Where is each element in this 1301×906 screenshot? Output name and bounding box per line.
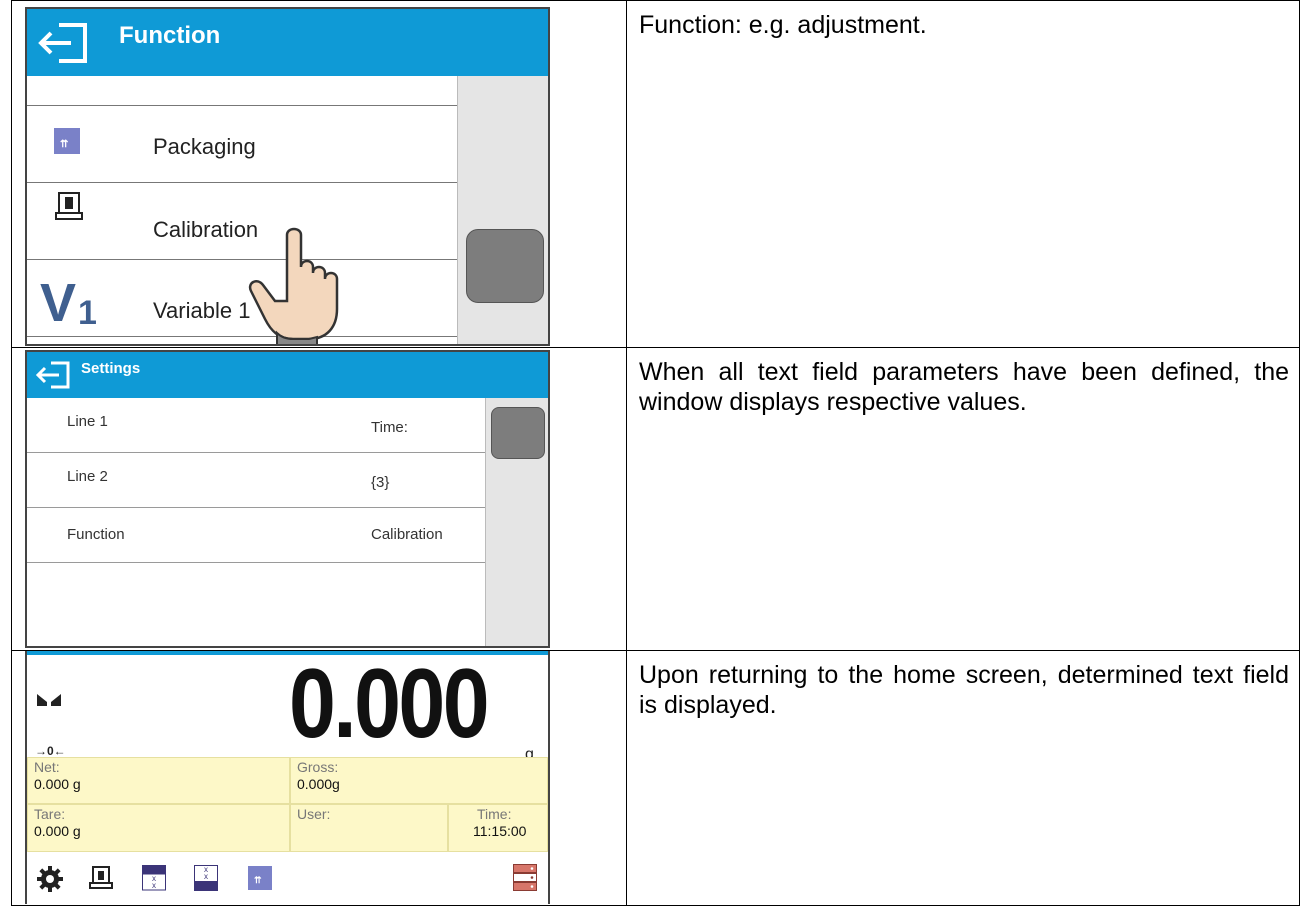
table-cell-desc-1 xyxy=(626,0,1300,348)
settings-list: Line 1 Time: Line 2 {3} Function Calibra… xyxy=(27,398,485,646)
settings-row-function[interactable]: Function Calibration xyxy=(27,508,485,563)
weight-reading: 0.000 xyxy=(289,651,490,758)
time-label: Time: xyxy=(477,806,512,822)
tare-x-icon[interactable]: x x xyxy=(142,865,166,891)
packaging-icon[interactable]: ⇈ xyxy=(248,866,272,890)
gross-label: Gross: xyxy=(297,759,339,775)
zero-indicator: →0← xyxy=(35,744,66,758)
net-label: Net: xyxy=(34,759,60,775)
exit-arrow-icon[interactable] xyxy=(35,360,75,390)
bottom-toolbar: x x x x ⇈ xyxy=(27,852,548,904)
exit-arrow-icon[interactable] xyxy=(37,21,95,65)
function-list: ⇈ Packaging Calibration V 1 Variable 1 xyxy=(27,76,457,344)
packaging-icon: ⇈ xyxy=(54,128,80,154)
pointing-hand-icon xyxy=(248,227,339,344)
scrollbar-thumb[interactable] xyxy=(466,229,544,303)
tare-field: Tare: 0.000 g xyxy=(27,804,290,852)
tare-x-outline-icon[interactable]: x x xyxy=(194,865,218,891)
variable-v1-icon: V 1 xyxy=(40,273,97,333)
calibration-weight-icon xyxy=(55,192,83,220)
user-label: User: xyxy=(297,806,331,822)
settings-value: Calibration xyxy=(371,526,443,543)
net-value: 0.000 g xyxy=(34,776,81,792)
scrollbar-thumb[interactable] xyxy=(491,407,545,459)
settings-row-line-1[interactable]: Line 1 Time: xyxy=(27,398,485,453)
stability-indicator-icon xyxy=(37,694,61,706)
settings-title: Settings xyxy=(81,360,141,377)
settings-key: Function xyxy=(67,526,125,543)
gross-field: Gross: 0.000g xyxy=(290,757,548,804)
calibration-weight-icon[interactable] xyxy=(89,866,113,890)
gross-value: 0.000g xyxy=(297,776,340,792)
settings-row-line-2[interactable]: Line 2 {3} xyxy=(27,453,485,508)
list-item-label: Variable 1 xyxy=(153,298,251,323)
tare-value: 0.000 g xyxy=(34,823,81,839)
svg-text:x: x xyxy=(204,872,208,881)
tare-label: Tare: xyxy=(34,806,66,822)
scrollbar[interactable] xyxy=(457,76,548,344)
list-item-label: Calibration xyxy=(153,217,259,242)
gear-icon[interactable] xyxy=(37,866,63,892)
net-field: Net: 0.000 g xyxy=(27,757,290,804)
database-icon[interactable] xyxy=(513,864,537,892)
list-item-calibration[interactable]: Calibration xyxy=(27,182,457,259)
list-item-packaging[interactable]: ⇈ Packaging xyxy=(27,105,457,182)
home-screen: →0← 0.000 g Net: 0.000 g Gross: 0.000g T… xyxy=(25,651,550,904)
settings-key: Line 1 xyxy=(67,413,108,430)
function-title: Function xyxy=(119,22,221,49)
user-field: User: xyxy=(290,804,448,852)
scrollbar[interactable] xyxy=(485,398,548,646)
description-2: When all text field parameters have been… xyxy=(639,358,1289,416)
time-value: 11:15:00 xyxy=(473,823,527,839)
info-fields: Net: 0.000 g Gross: 0.000g Tare: 0.000 g… xyxy=(27,757,548,852)
settings-key: Line 2 xyxy=(67,468,108,485)
settings-screen: Settings Line 1 Time: Line 2 {3} Functio… xyxy=(25,350,550,648)
list-item-variable-1[interactable]: V 1 Variable 1 xyxy=(27,259,457,337)
description-1: Function: e.g. adjustment. xyxy=(639,11,927,39)
function-header: Function xyxy=(27,9,548,76)
description-3: Upon returning to the home screen, deter… xyxy=(639,661,1289,719)
settings-value: Time: xyxy=(371,419,408,436)
time-field: Time: 11:15:00 xyxy=(448,804,548,852)
settings-header: Settings xyxy=(27,352,548,398)
list-item-label: Packaging xyxy=(153,134,256,159)
settings-value: {3} xyxy=(371,474,390,491)
function-screen: Function ⇈ Packaging Calibration V 1 Var… xyxy=(25,7,550,346)
svg-text:x: x xyxy=(152,881,156,890)
